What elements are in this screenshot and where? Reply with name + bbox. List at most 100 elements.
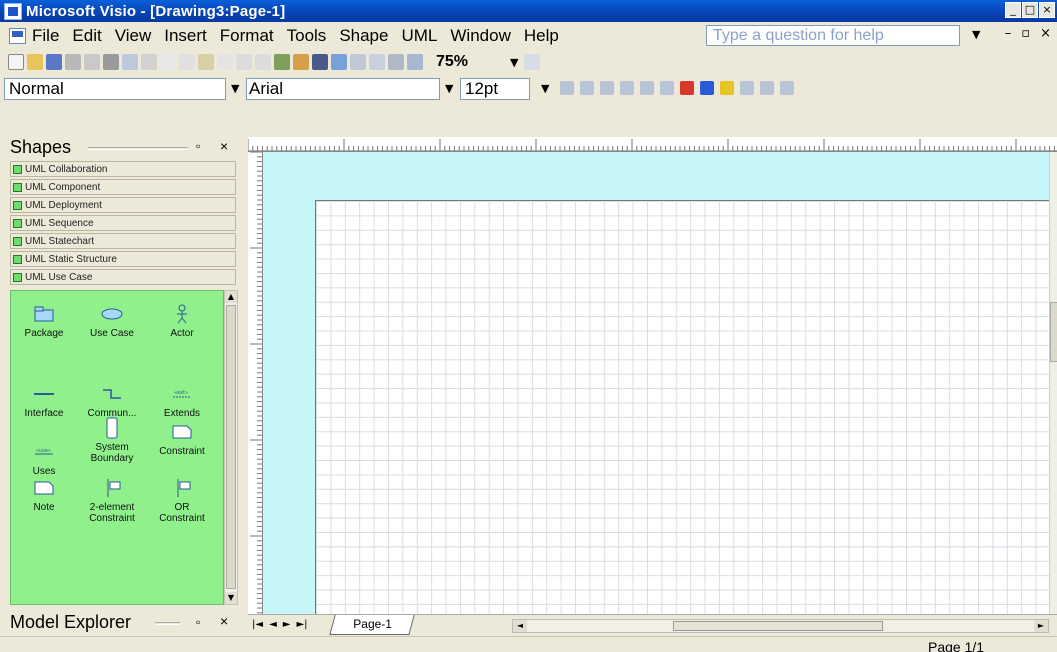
font-color-icon[interactable]	[680, 81, 694, 95]
scroll-thumb[interactable]	[673, 621, 883, 631]
permission-icon[interactable]	[65, 54, 81, 70]
horizontal-scrollbar[interactable]: ◄ ►	[512, 619, 1049, 633]
chevron-down-icon[interactable]: ▼	[510, 56, 518, 69]
shape-actor[interactable]: Actor	[151, 303, 213, 339]
scroll-down-icon[interactable]: ▼	[225, 592, 237, 604]
close-icon[interactable]: ×	[220, 613, 228, 629]
shape-extends[interactable]: «ext» Extends	[151, 383, 213, 419]
stencil-uml-collaboration[interactable]: UML Collaboration	[10, 161, 236, 177]
fill-color-icon[interactable]	[720, 81, 734, 95]
bold-icon[interactable]	[560, 81, 574, 95]
rectangle-tool-icon[interactable]	[369, 54, 385, 70]
text-tool-icon[interactable]	[350, 54, 366, 70]
email-icon[interactable]	[84, 54, 100, 70]
print-icon[interactable]	[103, 54, 119, 70]
scroll-left-icon[interactable]: ◄	[513, 620, 527, 632]
paste-icon[interactable]	[198, 54, 214, 70]
undo-icon[interactable]	[236, 54, 252, 70]
shape-system-boundary[interactable]: System Boundary	[81, 417, 143, 464]
line-color-icon[interactable]	[700, 81, 714, 95]
maximize-button[interactable]: □	[1022, 2, 1038, 18]
shape-note[interactable]: Note	[13, 477, 75, 513]
underline-icon[interactable]	[600, 81, 614, 95]
shape-two-element-constraint[interactable]: 2-element Constraint	[81, 477, 143, 524]
copy-icon[interactable]	[179, 54, 195, 70]
shape-use-case[interactable]: Use Case	[81, 303, 143, 339]
minimize-button[interactable]: _	[1005, 2, 1021, 18]
scroll-thumb[interactable]	[1050, 302, 1057, 362]
first-page-icon[interactable]: |◄	[252, 619, 263, 630]
line-weight-icon[interactable]	[740, 81, 754, 95]
align-right-icon[interactable]	[660, 81, 674, 95]
style-select[interactable]: Normal	[4, 78, 226, 100]
next-page-icon[interactable]: ►	[283, 619, 291, 630]
menu-window[interactable]: Window	[450, 26, 510, 46]
shape-uses[interactable]: «use» Uses	[13, 441, 75, 477]
chevron-down-icon[interactable]: ▼	[445, 82, 453, 95]
document-icon[interactable]	[9, 27, 26, 44]
scroll-up-icon[interactable]: ▲	[225, 291, 237, 303]
panel-grip[interactable]	[155, 622, 180, 625]
save-icon[interactable]	[46, 54, 62, 70]
menu-view[interactable]: View	[115, 26, 152, 46]
line-ends-icon[interactable]	[780, 81, 794, 95]
line-pattern-icon[interactable]	[760, 81, 774, 95]
visio-app-icon[interactable]	[4, 2, 22, 20]
doc-minimize-icon[interactable]: –	[1005, 26, 1012, 41]
scroll-right-icon[interactable]: ►	[1034, 620, 1048, 632]
help-icon[interactable]	[524, 54, 541, 70]
pin-icon[interactable]: ▫	[196, 139, 200, 153]
drawing-canvas[interactable]	[263, 152, 1049, 614]
page-vertical-scrollbar[interactable]	[1049, 152, 1057, 614]
menu-insert[interactable]: Insert	[164, 26, 207, 46]
stencil-uml-statechart[interactable]: UML Statechart	[10, 233, 236, 249]
shapes-icon[interactable]	[274, 54, 290, 70]
connector-icon[interactable]	[293, 54, 309, 70]
zoom-select[interactable]: 75%	[436, 52, 510, 72]
close-icon[interactable]: ×	[220, 138, 228, 154]
pin-icon[interactable]: ▫	[196, 615, 200, 629]
shape-or-constraint[interactable]: OR Constraint	[151, 477, 213, 524]
align-center-icon[interactable]	[640, 81, 654, 95]
menu-format[interactable]: Format	[220, 26, 274, 46]
drawing-page[interactable]	[315, 200, 1049, 614]
help-search-input[interactable]: Type a question for help	[706, 25, 960, 46]
stencil-uml-component[interactable]: UML Component	[10, 179, 236, 195]
tab-page-1[interactable]: Page-1	[329, 615, 415, 635]
menu-shape[interactable]: Shape	[339, 26, 388, 46]
open-icon[interactable]	[27, 54, 43, 70]
scroll-thumb[interactable]	[226, 305, 236, 589]
format-painter-icon[interactable]	[217, 54, 233, 70]
stencil-uml-use-case[interactable]: UML Use Case	[10, 269, 236, 285]
last-page-icon[interactable]: ►|	[296, 619, 307, 630]
font-select[interactable]: Arial	[246, 78, 440, 100]
close-button[interactable]: ×	[1039, 2, 1055, 18]
cut-icon[interactable]	[160, 54, 176, 70]
connector-tool-icon[interactable]	[331, 54, 347, 70]
doc-restore-icon[interactable]: ▫	[1021, 26, 1030, 41]
pointer-tool-icon[interactable]	[312, 54, 328, 70]
redo-icon[interactable]	[255, 54, 271, 70]
italic-icon[interactable]	[580, 81, 594, 95]
chevron-down-icon[interactable]: ▼	[541, 82, 549, 95]
shape-interface[interactable]: Interface	[13, 383, 75, 419]
shape-package[interactable]: Package	[13, 303, 75, 339]
shape-constraint[interactable]: Constraint	[151, 421, 213, 457]
align-left-icon[interactable]	[620, 81, 634, 95]
new-icon[interactable]	[8, 54, 24, 70]
shape-communication[interactable]: Commun...	[81, 383, 143, 419]
line-tool-icon[interactable]	[388, 54, 404, 70]
stencil-uml-static-structure[interactable]: UML Static Structure	[10, 251, 236, 267]
menu-help[interactable]: Help	[524, 26, 559, 46]
stencil-uml-sequence[interactable]: UML Sequence	[10, 215, 236, 231]
spelling-icon[interactable]	[141, 54, 157, 70]
menu-uml[interactable]: UML	[401, 26, 437, 46]
menu-tools[interactable]: Tools	[287, 26, 327, 46]
chevron-down-icon[interactable]: ▼	[972, 28, 980, 41]
font-size-select[interactable]: 12pt	[460, 78, 530, 100]
print-preview-icon[interactable]	[122, 54, 138, 70]
prev-page-icon[interactable]: ◄	[269, 619, 277, 630]
doc-close-icon[interactable]: ×	[1040, 26, 1051, 41]
stencil-uml-deployment[interactable]: UML Deployment	[10, 197, 236, 213]
stencil-scrollbar[interactable]: ▲ ▼	[224, 290, 238, 605]
